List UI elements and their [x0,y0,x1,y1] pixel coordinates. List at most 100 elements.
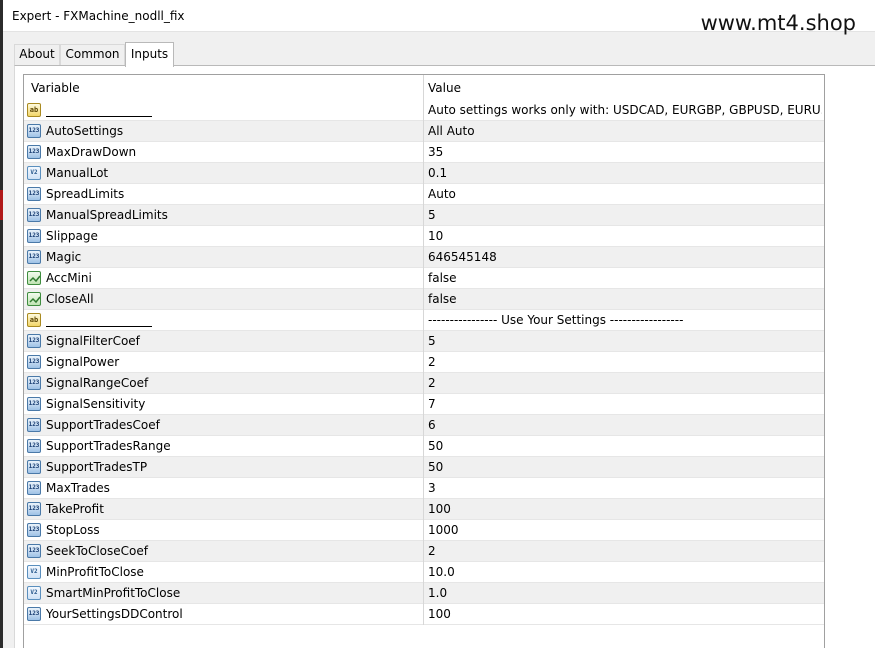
variable-name: SupportTradesTP [46,460,148,474]
table-row[interactable]: 123 Magic 646545148 [24,247,824,268]
variable-name: SmartMinProfitToClose [46,586,181,600]
variable-value[interactable]: 2 [428,544,822,558]
variable-value[interactable]: Auto [428,187,822,201]
variable-value[interactable]: false [428,271,822,285]
integer-type-icon: 123 [27,334,41,348]
variable-name: AutoSettings [46,124,124,138]
variable-value[interactable]: 100 [428,607,822,621]
variable-name: MinProfitToClose [46,565,144,579]
background-window-edge [0,0,3,648]
table-row[interactable]: 123 MaxTrades 3 [24,478,824,499]
variable-name: SignalRangeCoef [46,376,149,390]
table-row[interactable]: 123 Slippage 10 [24,226,824,247]
integer-type-icon: 123 [27,460,41,474]
table-row[interactable]: 123 SeekToCloseCoef 2 [24,541,824,562]
variable-value[interactable]: 6 [428,418,822,432]
integer-type-icon: 123 [27,397,41,411]
variable-value[interactable]: 5 [428,208,822,222]
double-type-icon: V2 [27,586,41,600]
table-row[interactable]: AccMini false [24,268,824,289]
boolean-type-icon [27,271,41,285]
variable-name: MaxDrawDown [46,145,137,159]
integer-type-icon: 123 [27,523,41,537]
variable-value[interactable]: 50 [428,439,822,453]
variable-name: SignalPower [46,355,120,369]
integer-type-icon: 123 [27,250,41,264]
table-row[interactable]: 123 SupportTradesTP 50 [24,457,824,478]
table-row[interactable]: 123 SignalFilterCoef 5 [24,331,824,352]
table-row[interactable]: 123 SignalRangeCoef 2 [24,373,824,394]
table-row[interactable]: V2 SmartMinProfitToClose 1.0 [24,583,824,604]
variable-value[interactable]: 0.1 [428,166,822,180]
variable-value[interactable]: 7 [428,397,822,411]
variable-value[interactable]: 100 [428,502,822,516]
table-row[interactable]: V2 MinProfitToClose 10.0 [24,562,824,583]
variable-name: TakeProfit [46,502,104,516]
variable-value[interactable]: 10.0 [428,565,822,579]
table-row[interactable]: 123 SignalSensitivity 7 [24,394,824,415]
variable-name [46,103,152,117]
double-type-icon: V2 [27,166,41,180]
variable-value[interactable]: 5 [428,334,822,348]
variable-name: SupportTradesRange [46,439,171,453]
watermark-text: www.mt4.shop [700,11,856,35]
integer-type-icon: 123 [27,481,41,495]
variable-value[interactable]: 35 [428,145,822,159]
integer-type-icon: 123 [27,502,41,516]
variable-value[interactable]: 646545148 [428,250,822,264]
table-row[interactable]: 123 SupportTradesCoef 6 [24,415,824,436]
table-row[interactable]: CloseAll false [24,289,824,310]
table-row[interactable]: 123 AutoSettings All Auto [24,121,824,142]
variable-name: ManualSpreadLimits [46,208,168,222]
table-row[interactable]: 123 YourSettingsDDControl 100 [24,604,824,625]
inputs-table: Variable Value ab Auto settings works onl… [23,74,825,648]
variable-name: StopLoss [46,523,100,537]
integer-type-icon: 123 [27,355,41,369]
table-row[interactable]: 123 MaxDrawDown 35 [24,142,824,163]
variable-name: SupportTradesCoef [46,418,160,432]
table-row[interactable]: 123 TakeProfit 100 [24,499,824,520]
variable-value[interactable]: 2 [428,376,822,390]
variable-value[interactable]: 2 [428,355,822,369]
variable-value[interactable]: 10 [428,229,822,243]
variable-value[interactable]: Auto settings works only with: USDCAD, E… [428,103,822,117]
tab-common[interactable]: Common [60,44,125,65]
variable-value[interactable]: All Auto [428,124,822,138]
variable-name: SpreadLimits [46,187,125,201]
column-header-value[interactable]: Value [428,81,461,95]
variable-name: ManualLot [46,166,109,180]
variable-name: YourSettingsDDControl [46,607,183,621]
variable-value[interactable]: 50 [428,460,822,474]
variable-name: SeekToCloseCoef [46,544,148,558]
table-row[interactable]: V2 ManualLot 0.1 [24,163,824,184]
tab-about[interactable]: About [14,44,60,65]
integer-type-icon: 123 [27,376,41,390]
tab-inputs[interactable]: Inputs [125,42,174,67]
variable-name: MaxTrades [46,481,110,495]
integer-type-icon: 123 [27,187,41,201]
variable-value[interactable]: 1000 [428,523,822,537]
variable-value[interactable]: 1.0 [428,586,822,600]
variable-name: CloseAll [46,292,94,306]
string-type-icon: ab [27,103,41,117]
table-row[interactable]: 123 SignalPower 2 [24,352,824,373]
column-header-variable[interactable]: Variable [31,81,80,95]
integer-type-icon: 123 [27,544,41,558]
variable-name: AccMini [46,271,92,285]
table-row[interactable]: 123 StopLoss 1000 [24,520,824,541]
title-bar: Expert - FXMachine_nodll_fix www.mt4.sho… [3,0,875,35]
table-row[interactable]: 123 SupportTradesRange 50 [24,436,824,457]
integer-type-icon: 123 [27,124,41,138]
table-header: Variable Value [24,75,824,100]
variable-value[interactable]: false [428,292,822,306]
table-row[interactable]: 123 ManualSpreadLimits 5 [24,205,824,226]
variable-name: SignalSensitivity [46,397,146,411]
integer-type-icon: 123 [27,229,41,243]
boolean-type-icon [27,292,41,306]
integer-type-icon: 123 [27,607,41,621]
table-row[interactable]: 123 SpreadLimits Auto [24,184,824,205]
table-row[interactable]: ab ---------------- Use Your Settings ---… [24,310,824,331]
variable-value[interactable]: 3 [428,481,822,495]
table-row[interactable]: ab Auto settings works only with: USDCAD,… [24,100,824,121]
variable-value[interactable]: ---------------- Use Your Settings -----… [428,313,822,327]
